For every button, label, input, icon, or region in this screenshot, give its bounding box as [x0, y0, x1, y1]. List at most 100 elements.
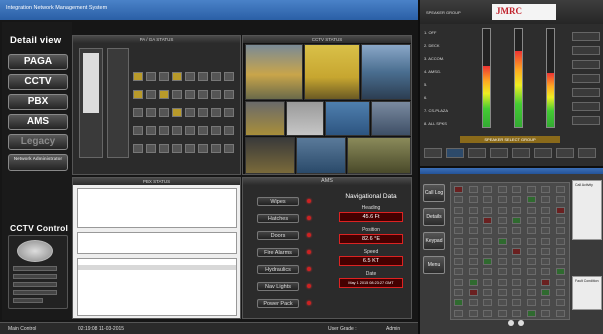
speaker-group-select-button[interactable] — [446, 148, 464, 158]
door-status-cell[interactable] — [497, 278, 507, 286]
door-status-cell[interactable] — [497, 299, 507, 307]
page-next-icon[interactable] — [518, 320, 524, 326]
door-status-cell[interactable] — [526, 278, 536, 286]
door-status-cell[interactable] — [541, 186, 550, 193]
door-status-cell[interactable] — [454, 206, 463, 214]
speaker-zone-cell[interactable] — [146, 72, 156, 81]
power-pack-button[interactable]: Power Pack — [257, 299, 299, 308]
door-status-cell[interactable] — [541, 289, 550, 296]
speaker-zone-cell[interactable] — [159, 144, 169, 153]
door-status-cell[interactable] — [541, 227, 550, 235]
camera-view-7[interactable] — [371, 101, 411, 136]
speaker-zone-cell[interactable] — [198, 90, 208, 99]
door-status-cell[interactable] — [483, 268, 492, 276]
camera-view-2[interactable] — [304, 44, 360, 100]
door-status-cell[interactable] — [541, 216, 550, 224]
speaker-group-select-button[interactable] — [512, 148, 530, 158]
call-log-button[interactable]: Call Log — [423, 184, 445, 202]
door-status-cell[interactable] — [512, 289, 521, 296]
door-status-cell[interactable] — [541, 278, 550, 286]
door-status-cell[interactable] — [555, 299, 565, 307]
speaker-zone-cell[interactable] — [224, 126, 234, 135]
speaker-item[interactable]: 2. DECK — [424, 43, 440, 48]
speaker-right-button[interactable] — [572, 46, 600, 55]
pbx-button[interactable]: PBX — [8, 94, 68, 110]
zoom-control[interactable] — [13, 266, 57, 271]
door-status-cell[interactable] — [497, 237, 507, 245]
door-status-cell[interactable] — [468, 186, 478, 193]
network-admin-button[interactable]: Network Administrator — [8, 154, 68, 171]
speaker-right-button[interactable] — [572, 60, 600, 69]
speaker-group-select-button[interactable] — [424, 148, 442, 158]
speaker-item[interactable]: 4. AMSG. — [424, 69, 441, 74]
speaker-zone-cell[interactable] — [159, 72, 169, 81]
camera-view-1[interactable] — [245, 44, 303, 100]
speaker-group-select-button[interactable] — [556, 148, 574, 158]
door-status-cell[interactable] — [468, 216, 478, 224]
door-status-cell[interactable] — [468, 278, 478, 286]
page-prev-icon[interactable] — [508, 320, 514, 326]
door-status-cell[interactable] — [454, 289, 463, 296]
door-status-cell[interactable] — [468, 258, 478, 266]
speaker-zone-cell[interactable] — [211, 72, 221, 81]
speaker-group-select-button[interactable] — [490, 148, 508, 158]
speaker-item[interactable]: 8. ALL SPKS — [424, 121, 447, 126]
door-status-cell[interactable] — [454, 268, 463, 276]
speaker-zone-cell[interactable] — [146, 126, 156, 135]
wipes-button[interactable]: Wipes — [257, 197, 299, 206]
door-status-cell[interactable] — [512, 268, 521, 276]
door-status-cell[interactable] — [555, 196, 565, 204]
door-status-cell[interactable] — [512, 227, 521, 235]
door-status-cell[interactable] — [512, 186, 521, 193]
door-status-cell[interactable] — [512, 216, 521, 224]
speaker-zone-cell[interactable] — [198, 108, 208, 117]
camera-view-4[interactable] — [245, 101, 285, 136]
speaker-zone-cell[interactable] — [172, 108, 182, 117]
menu-button[interactable]: Menu — [423, 256, 445, 274]
speaker-zone-cell[interactable] — [172, 90, 182, 99]
door-status-cell[interactable] — [541, 299, 550, 307]
speaker-zone-cell[interactable] — [146, 144, 156, 153]
door-status-cell[interactable] — [468, 247, 478, 255]
legacy-button[interactable]: Legacy — [8, 134, 68, 150]
door-status-cell[interactable] — [468, 289, 478, 296]
door-status-cell[interactable] — [454, 247, 463, 255]
door-status-cell[interactable] — [483, 237, 492, 245]
camera-view-6[interactable] — [325, 101, 370, 136]
speaker-right-button[interactable] — [572, 88, 600, 97]
door-status-cell[interactable] — [555, 278, 565, 286]
door-status-cell[interactable] — [454, 227, 463, 235]
preset-control[interactable] — [13, 290, 57, 295]
speaker-zone-cell[interactable] — [146, 108, 156, 117]
door-status-cell[interactable] — [526, 227, 536, 235]
door-status-cell[interactable] — [454, 299, 463, 307]
door-status-cell[interactable] — [483, 247, 492, 255]
door-status-cell[interactable] — [526, 309, 536, 317]
door-status-cell[interactable] — [555, 237, 565, 245]
speaker-group-select-button[interactable] — [578, 148, 596, 158]
focus-control[interactable] — [13, 274, 57, 279]
door-status-cell[interactable] — [526, 216, 536, 224]
door-status-cell[interactable] — [512, 258, 521, 266]
details-button[interactable]: Details — [423, 208, 445, 226]
door-status-cell[interactable] — [483, 299, 492, 307]
door-status-cell[interactable] — [454, 258, 463, 266]
door-status-cell[interactable] — [497, 206, 507, 214]
hatches-button[interactable]: Hatches — [257, 214, 299, 223]
door-status-cell[interactable] — [526, 186, 536, 193]
ams-button[interactable]: AMS — [8, 114, 68, 130]
door-status-cell[interactable] — [512, 237, 521, 245]
door-status-cell[interactable] — [555, 216, 565, 224]
door-status-cell[interactable] — [454, 237, 463, 245]
door-status-cell[interactable] — [512, 206, 521, 214]
door-status-cell[interactable] — [526, 268, 536, 276]
door-status-cell[interactable] — [497, 309, 507, 317]
speaker-zone-cell[interactable] — [224, 90, 234, 99]
speaker-item[interactable]: 6. — [424, 95, 427, 100]
speaker-zone-cell[interactable] — [172, 126, 182, 135]
door-status-cell[interactable] — [541, 206, 550, 214]
door-status-cell[interactable] — [526, 289, 536, 296]
door-status-cell[interactable] — [497, 258, 507, 266]
speaker-zone-cell[interactable] — [185, 144, 195, 153]
camera-view-5[interactable] — [286, 101, 324, 136]
